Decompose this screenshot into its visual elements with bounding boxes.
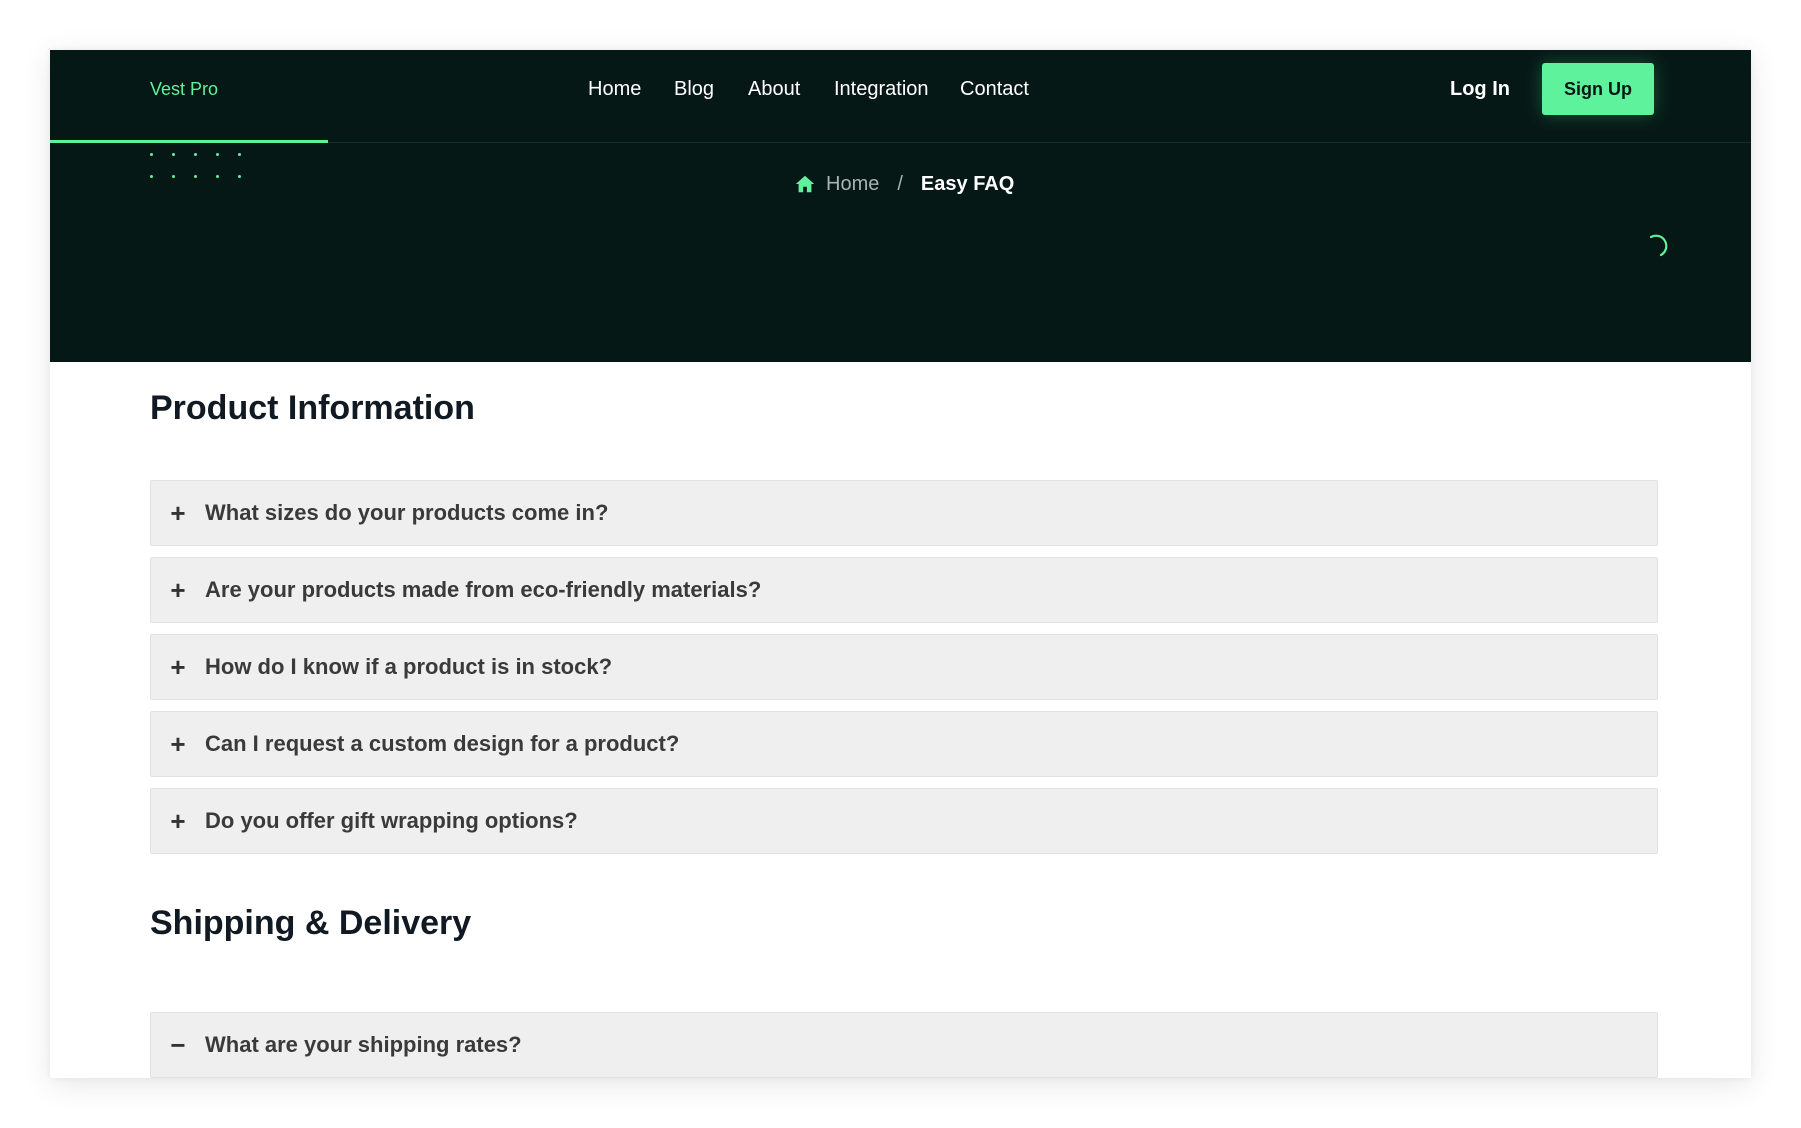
breadcrumb: Home / Easy FAQ (794, 171, 1014, 197)
faq-question: Are your products made from eco-friendly… (205, 577, 762, 602)
faq-question: Can I request a custom design for a prod… (205, 731, 680, 756)
faq-item-expanded[interactable]: − What are your shipping rates? (150, 1012, 1658, 1078)
minus-icon[interactable]: − (151, 1032, 205, 1058)
nav-link-about[interactable]: About (748, 76, 800, 102)
breadcrumb-current: Easy FAQ (920, 173, 1015, 195)
hero-curve (50, 287, 1751, 362)
home-icon[interactable] (794, 173, 816, 195)
login-link[interactable]: Log In (1450, 76, 1510, 102)
plus-icon[interactable]: + (151, 808, 205, 834)
plus-icon[interactable]: + (151, 731, 205, 757)
loading-spinner-icon (1647, 233, 1671, 257)
breadcrumb-separator: / (897, 173, 903, 195)
faq-question: What are your shipping rates? (205, 1032, 522, 1057)
plus-icon[interactable]: + (151, 654, 205, 680)
navbar: Vest Pro Home Blog About Integration Con… (50, 50, 1751, 143)
plus-icon[interactable]: + (151, 500, 205, 526)
nav-link-blog[interactable]: Blog (674, 76, 714, 102)
nav-link-contact[interactable]: Contact (960, 76, 1029, 102)
faq-question: What sizes do your products come in? (205, 500, 609, 525)
decorative-dots (150, 153, 250, 183)
page-frame: Vest Pro Home Blog About Integration Con… (50, 50, 1751, 1078)
section-title-product-information: Product Information (150, 389, 475, 427)
faq-item[interactable]: + How do I know if a product is in stock… (150, 634, 1658, 700)
faq-question: How do I know if a product is in stock? (205, 654, 613, 679)
signup-button[interactable]: Sign Up (1542, 63, 1654, 115)
faq-item[interactable]: + Are your products made from eco-friend… (150, 557, 1658, 623)
faq-item[interactable]: + What sizes do your products come in? (150, 480, 1658, 546)
faq-question: Do you offer gift wrapping options? (205, 808, 578, 833)
section-title-shipping-delivery: Shipping & Delivery (150, 904, 472, 942)
nav-link-home[interactable]: Home (588, 76, 641, 102)
breadcrumb-home-link[interactable]: Home (826, 171, 879, 197)
logo-underline (50, 140, 328, 143)
faq-item[interactable]: + Do you offer gift wrapping options? (150, 788, 1658, 854)
faq-item[interactable]: + Can I request a custom design for a pr… (150, 711, 1658, 777)
plus-icon[interactable]: + (151, 577, 205, 603)
nav-link-integration[interactable]: Integration (834, 76, 929, 102)
